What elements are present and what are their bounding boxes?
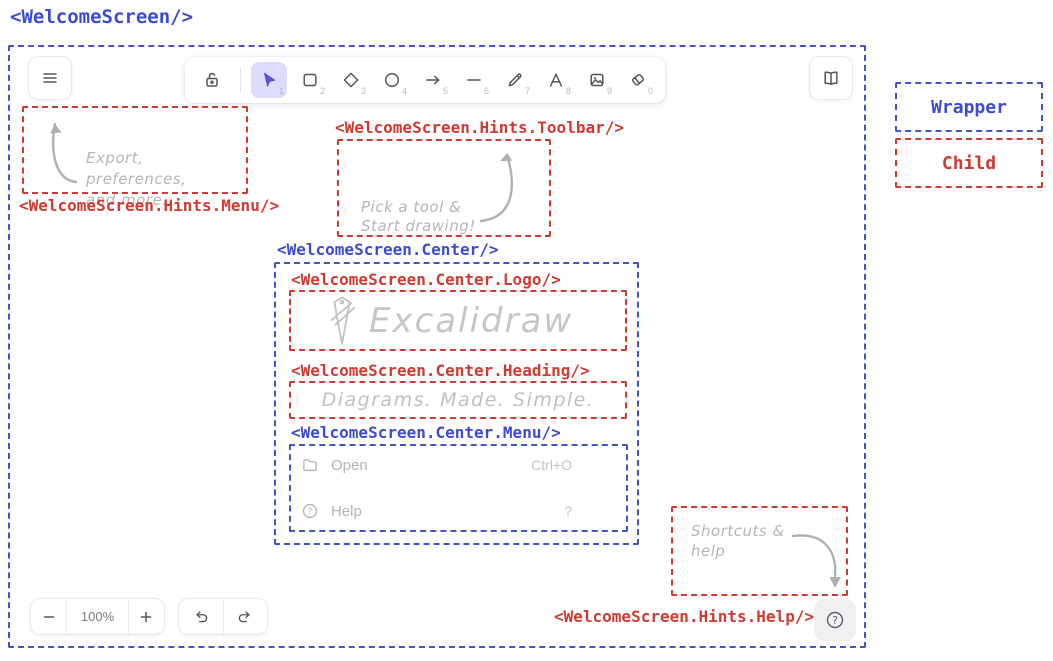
ellipse-icon <box>382 70 402 90</box>
legend-child-text: Child <box>942 153 996 174</box>
selection-tool-button[interactable]: 1 <box>251 62 287 98</box>
center-heading-text: Diagrams. Made. Simple. <box>322 389 595 411</box>
center-label: <WelcomeScreen.Center/> <box>277 240 499 259</box>
hints-menu-label: <WelcomeScreen.Hints.Menu/> <box>19 196 279 215</box>
tool-shortcut-number: 1 <box>279 86 284 96</box>
help-button[interactable]: ? <box>814 599 856 641</box>
tool-shortcut-number: 0 <box>648 86 653 96</box>
hint-toolbar-text-line1: Pick a tool & <box>361 198 476 217</box>
hint-help-text: Shortcuts & help <box>691 521 785 561</box>
center-menu-label: <WelcomeScreen.Center.Menu/> <box>291 423 561 442</box>
arrow-tool-button[interactable]: 5 <box>415 62 451 98</box>
tool-shortcut-number: 7 <box>525 86 530 96</box>
undo-button[interactable] <box>179 599 223 634</box>
image-tool-button[interactable]: 9 <box>579 62 615 98</box>
hints-help-box: Shortcuts & help <box>671 506 848 596</box>
menu-item-help-label: Help <box>331 503 362 520</box>
pencil-icon <box>505 70 525 90</box>
tool-shortcut-number: 6 <box>484 86 489 96</box>
text-tool-button[interactable]: 8 <box>538 62 574 98</box>
draw-tool-button[interactable]: 7 <box>497 62 533 98</box>
tool-shortcut-number: 9 <box>607 86 612 96</box>
zoom-level-value[interactable]: 100% <box>67 599 127 634</box>
zoom-out-button[interactable] <box>31 599 66 634</box>
redo-button[interactable] <box>224 599 268 634</box>
toolbar-divider <box>240 68 241 92</box>
welcome-screen-annotated-page: <WelcomeScreen/> <box>0 0 1053 661</box>
hints-toolbar-label: <WelcomeScreen.Hints.Toolbar/> <box>335 118 624 137</box>
zoom-in-button[interactable] <box>129 599 164 634</box>
ellipse-tool-button[interactable]: 4 <box>374 62 410 98</box>
line-icon <box>464 70 484 90</box>
center-heading-box: Diagrams. Made. Simple. <box>289 381 627 419</box>
undo-redo-controls <box>178 598 268 635</box>
hint-arrow-menu <box>34 108 94 192</box>
zoom-controls: 100% <box>30 598 165 635</box>
center-menu-box: Open Ctrl+O ? Help ? <box>289 444 628 532</box>
excalidraw-logo: Excalidraw <box>325 294 573 348</box>
menu-item-help[interactable]: ? Help ? <box>291 502 626 520</box>
legend-wrapper-text: Wrapper <box>931 97 1007 118</box>
hint-toolbar-text-line2: Start drawing! <box>361 217 476 236</box>
menu-item-open-shortcut: Ctrl+O <box>531 457 572 473</box>
image-icon <box>587 70 607 90</box>
arrow-icon <box>423 70 443 90</box>
hint-arrow-toolbar <box>469 141 539 233</box>
line-tool-button[interactable]: 6 <box>456 62 492 98</box>
hint-toolbar-text: Pick a tool & Start drawing! <box>361 198 476 236</box>
main-menu-button[interactable] <box>28 56 72 100</box>
center-logo-label: <WelcomeScreen.Center.Logo/> <box>291 270 561 289</box>
svg-text:?: ? <box>308 507 313 517</box>
excalidraw-logo-text: Excalidraw <box>369 301 573 341</box>
eraser-tool-button[interactable]: 0 <box>620 62 656 98</box>
lock-tool-button[interactable] <box>194 62 230 98</box>
tool-shortcut-number: 2 <box>320 86 325 96</box>
hints-help-label: <WelcomeScreen.Hints.Help/> <box>554 607 814 626</box>
legend-wrapper: Wrapper <box>895 82 1043 132</box>
book-icon <box>821 68 841 88</box>
cursor-icon <box>259 70 279 90</box>
excalidraw-pencil-icon <box>325 294 359 348</box>
library-button[interactable] <box>809 56 853 100</box>
hint-help-text-line1: Shortcuts & <box>691 521 785 541</box>
hint-arrow-help <box>785 508 847 594</box>
folder-icon <box>301 456 319 474</box>
tool-shortcut-number: 5 <box>443 86 448 96</box>
menu-item-help-shortcut: ? <box>564 503 572 519</box>
center-logo-box: Excalidraw <box>289 290 627 351</box>
undo-icon <box>192 608 210 626</box>
rectangle-icon <box>300 70 320 90</box>
tool-toolbar: 1 2 3 4 <box>185 57 665 103</box>
hamburger-icon <box>40 68 60 88</box>
root-component-label: <WelcomeScreen/> <box>10 6 193 28</box>
menu-item-open[interactable]: Open Ctrl+O <box>291 456 626 474</box>
redo-icon <box>236 608 254 626</box>
hints-menu-box: Export, preferences, and more... <box>22 106 248 194</box>
tool-shortcut-number: 4 <box>402 86 407 96</box>
eraser-icon <box>628 70 648 90</box>
hint-menu-text-line1: Export, preferences, <box>86 148 246 190</box>
hint-help-text-line2: help <box>691 541 785 561</box>
hints-toolbar-box: Pick a tool & Start drawing! <box>337 139 551 237</box>
center-heading-label: <WelcomeScreen.Center.Heading/> <box>291 361 590 380</box>
legend-child: Child <box>895 138 1043 188</box>
question-mark-icon: ? <box>824 609 846 631</box>
help-circle-icon: ? <box>301 502 319 520</box>
diamond-tool-button[interactable]: 3 <box>333 62 369 98</box>
rectangle-tool-button[interactable]: 2 <box>292 62 328 98</box>
tool-shortcut-number: 3 <box>361 86 366 96</box>
unlock-icon <box>202 70 222 90</box>
tool-shortcut-number: 8 <box>566 86 571 96</box>
text-icon <box>546 70 566 90</box>
menu-item-open-label: Open <box>331 457 368 474</box>
diamond-icon <box>341 70 361 90</box>
svg-text:?: ? <box>832 615 838 627</box>
